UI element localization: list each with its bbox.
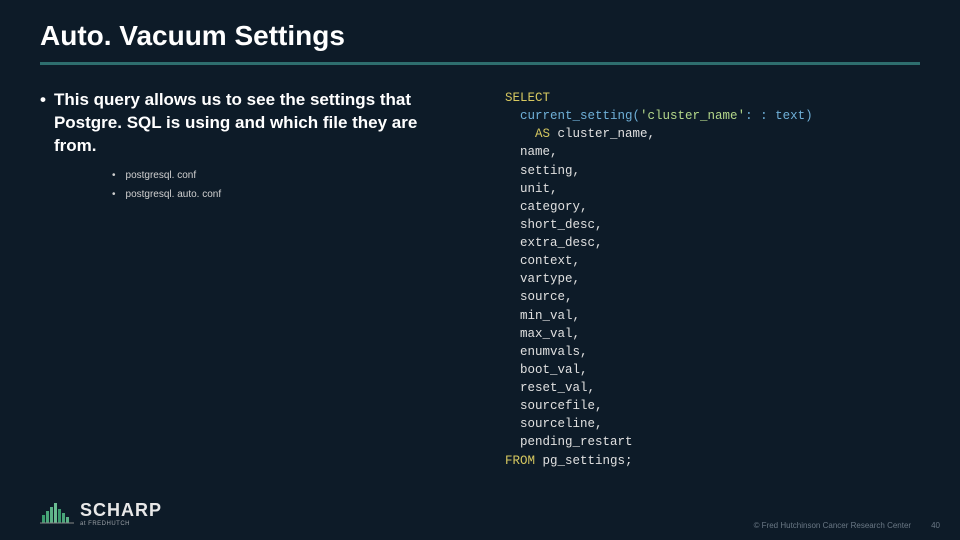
sub-item: • postgresql. conf	[112, 170, 455, 181]
sql-col: category,	[520, 200, 588, 214]
sql-keyword: AS	[535, 127, 550, 141]
sql-col: max_val,	[520, 327, 580, 341]
bullet-dot: •	[40, 89, 46, 158]
sql-col: short_desc,	[520, 218, 603, 232]
logo-sub: at FREDHUTCH	[80, 521, 162, 527]
sub-list: • postgresql. conf • postgresql. auto. c…	[112, 170, 455, 200]
sql-table: pg_settings;	[535, 454, 633, 468]
sql-code-block: SELECT current_setting('cluster_name': :…	[505, 89, 920, 470]
sql-col: pending_restart	[520, 435, 633, 449]
content-area: • This query allows us to see the settin…	[40, 89, 920, 510]
slide: Auto. Vacuum Settings • This query allow…	[0, 0, 960, 540]
sub-item-text: postgresql. conf	[126, 170, 197, 181]
sql-col: unit,	[520, 182, 558, 196]
sql-function: current_setting(	[520, 109, 640, 123]
sql-cast: : : text)	[745, 109, 813, 123]
sql-col: boot_val,	[520, 363, 588, 377]
copyright-text: © Fred Hutchinson Cancer Research Center	[754, 521, 912, 530]
bullet-text: This query allows us to see the settings…	[54, 89, 455, 158]
sql-col: sourcefile,	[520, 399, 603, 413]
logo: SCHARP at FREDHUTCH	[40, 497, 162, 530]
logo-icon	[40, 497, 74, 530]
sql-col: context,	[520, 254, 580, 268]
page-number: 40	[931, 521, 940, 530]
sql-keyword: SELECT	[505, 91, 550, 105]
sub-bullet-dot: •	[112, 189, 116, 200]
footer-right: © Fred Hutchinson Cancer Research Center…	[754, 521, 940, 530]
sub-bullet-dot: •	[112, 170, 116, 181]
right-column: SELECT current_setting('cluster_name': :…	[505, 89, 920, 510]
sql-col: vartype,	[520, 272, 580, 286]
bullet-main: • This query allows us to see the settin…	[40, 89, 455, 158]
slide-title: Auto. Vacuum Settings	[40, 20, 920, 52]
footer: SCHARP at FREDHUTCH © Fred Hutchinson Ca…	[40, 497, 940, 530]
sql-string: 'cluster_name'	[640, 109, 745, 123]
sql-col: min_val,	[520, 309, 580, 323]
sql-col: extra_desc,	[520, 236, 603, 250]
left-column: • This query allows us to see the settin…	[40, 89, 465, 510]
sql-col: reset_val,	[520, 381, 595, 395]
logo-text: SCHARP at FREDHUTCH	[80, 501, 162, 527]
sql-col: setting,	[520, 164, 580, 178]
title-divider	[40, 62, 920, 65]
sub-item-text: postgresql. auto. conf	[126, 189, 222, 200]
sql-col: sourceline,	[520, 417, 603, 431]
sql-col: name,	[520, 145, 558, 159]
sub-item: • postgresql. auto. conf	[112, 189, 455, 200]
sql-keyword: FROM	[505, 454, 535, 468]
sql-col: enumvals,	[520, 345, 588, 359]
sql-alias: cluster_name,	[550, 127, 655, 141]
logo-name: SCHARP	[80, 501, 162, 519]
sql-col: source,	[520, 290, 573, 304]
